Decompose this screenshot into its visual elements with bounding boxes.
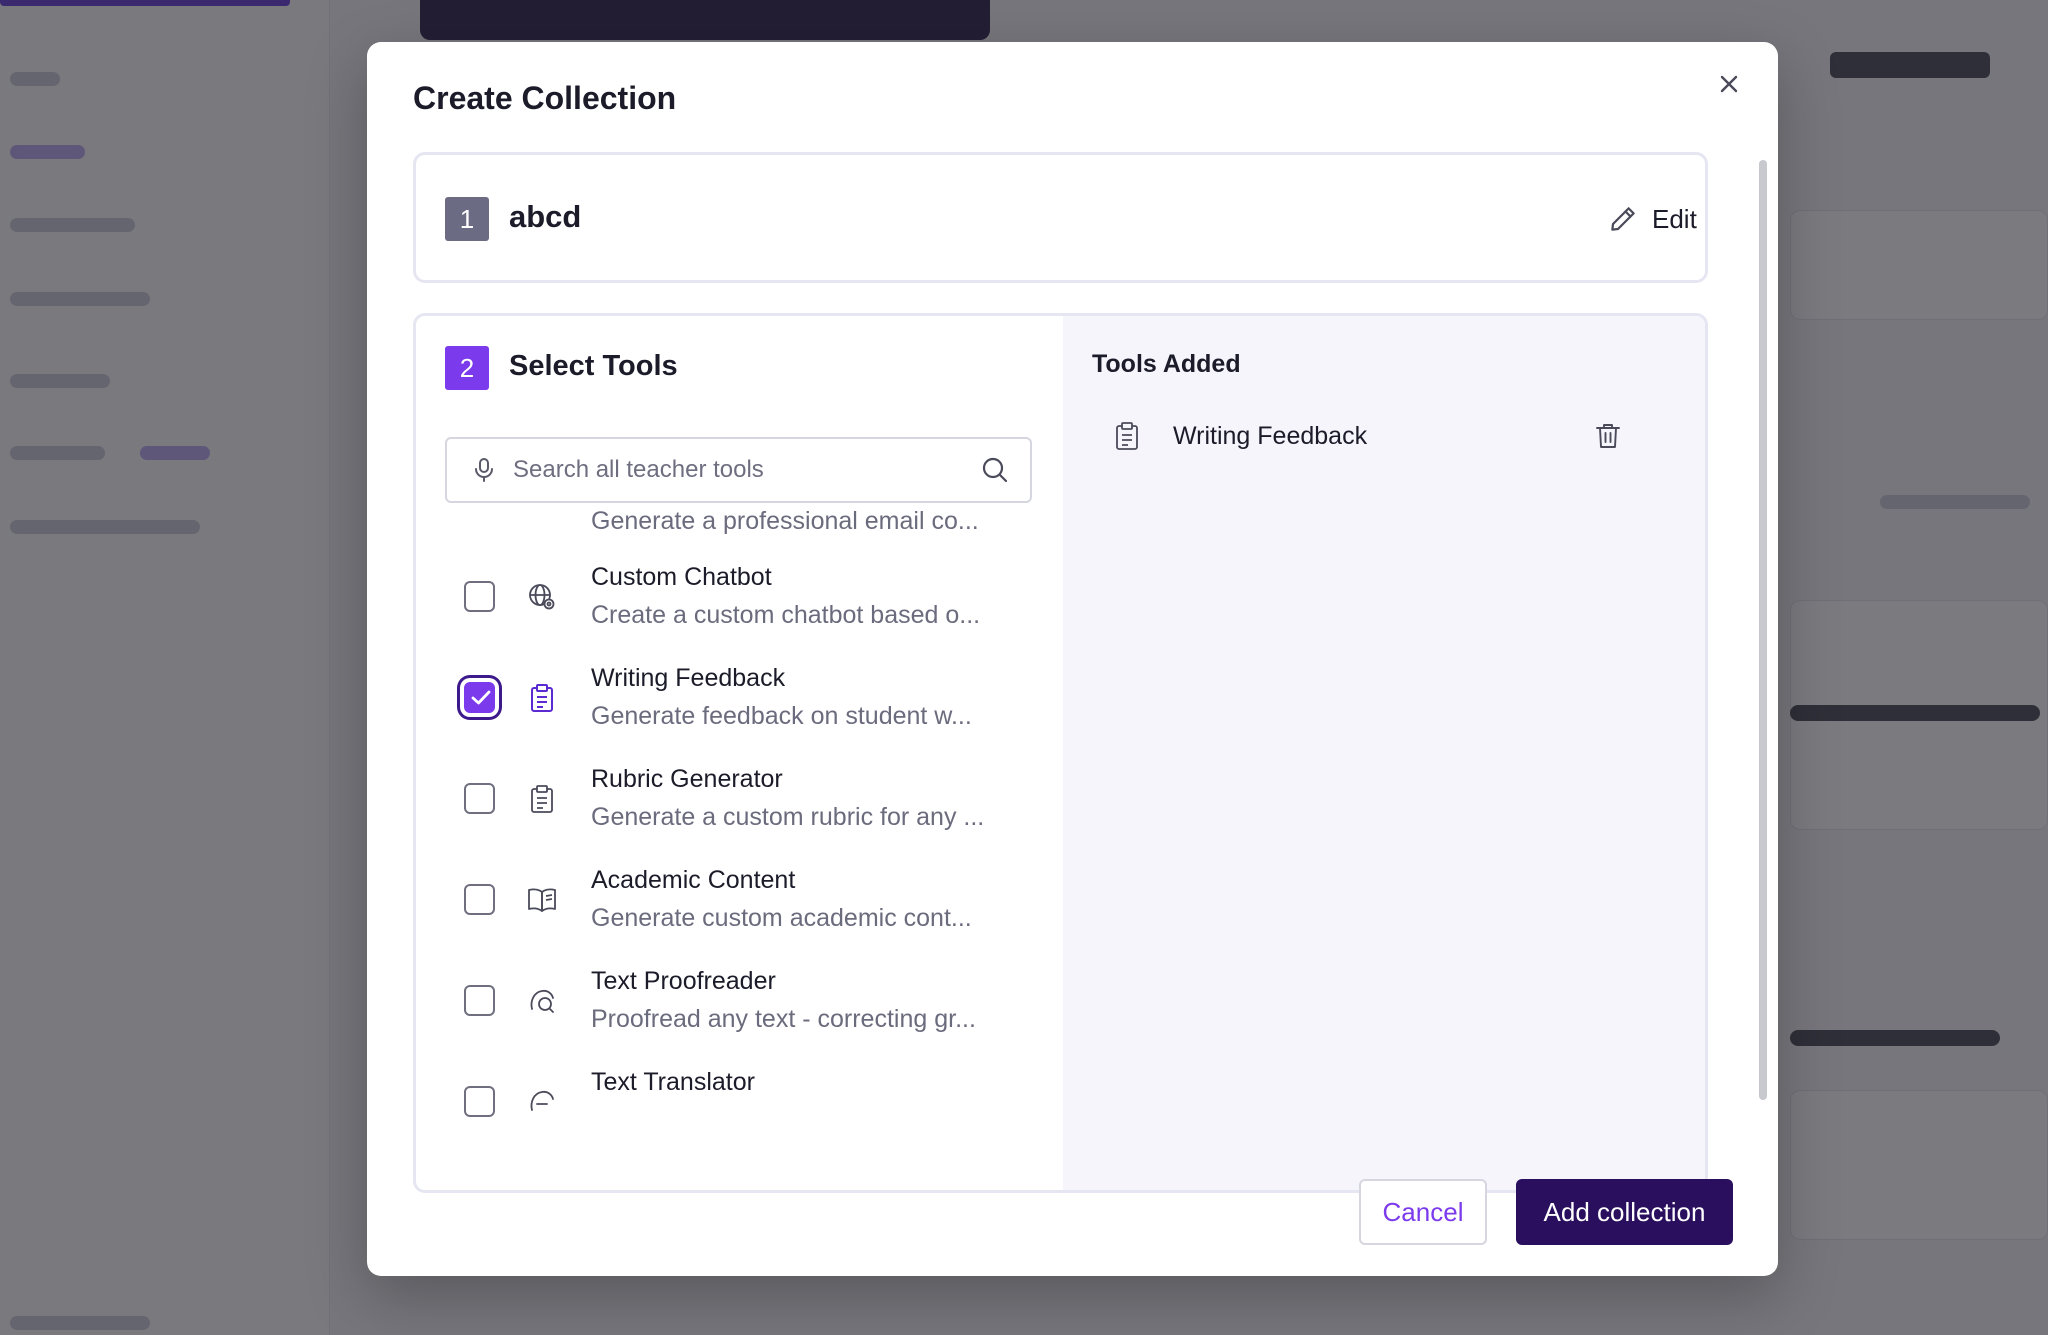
translate-icon <box>527 1087 557 1117</box>
tool-checkbox[interactable] <box>464 581 495 612</box>
modal-title: Create Collection <box>413 80 677 116</box>
tool-checkbox[interactable] <box>464 985 495 1016</box>
tool-checkbox-checked[interactable] <box>464 682 495 713</box>
close-icon <box>1720 75 1738 93</box>
tool-description: Generate a custom rubric for any ... <box>591 803 985 831</box>
edit-button[interactable]: Edit <box>1608 199 1697 239</box>
cancel-button[interactable]: Cancel <box>1359 1179 1487 1245</box>
trash-icon[interactable] <box>1592 420 1624 452</box>
tool-name: Custom Chatbot <box>591 563 772 591</box>
create-collection-modal: Create Collection 1 abcd Edit 2 Select T… <box>367 42 1778 1276</box>
close-button[interactable] <box>1709 64 1749 104</box>
select-tools-title: Select Tools <box>509 350 678 382</box>
tools-added-title: Tools Added <box>1092 350 1241 378</box>
tool-description: Proofread any text - correcting gr... <box>591 1005 976 1033</box>
tool-checkbox[interactable] <box>464 884 495 915</box>
tool-name: Text Proofreader <box>591 967 776 995</box>
tool-row-academic-content[interactable]: Academic Content Generate custom academi… <box>445 866 1025 946</box>
tool-row-writing-feedback[interactable]: Writing Feedback Generate feedback on st… <box>445 664 1025 744</box>
search-input[interactable] <box>513 456 980 484</box>
tools-added-panel: Tools Added Writing Feedback <box>1063 316 1705 1190</box>
edit-button-label: Edit <box>1652 203 1697 234</box>
tool-name: Text Translator <box>591 1068 755 1096</box>
tool-description: Generate feedback on student w... <box>591 702 972 730</box>
globe-icon <box>527 582 557 612</box>
checkmark-icon <box>471 690 491 705</box>
step-number-badge: 2 <box>445 346 489 390</box>
microphone-icon[interactable] <box>471 457 497 483</box>
step-1-card: 1 abcd Edit <box>413 152 1708 283</box>
pencil-icon <box>1611 207 1635 231</box>
search-box <box>445 437 1032 503</box>
tool-description: Generate custom academic cont... <box>591 904 972 932</box>
search-icon[interactable] <box>980 455 1010 485</box>
clipboard-icon <box>1112 421 1142 451</box>
collection-name: abcd <box>509 199 582 234</box>
added-tool-name: Writing Feedback <box>1173 422 1368 450</box>
tool-name: Academic Content <box>591 866 796 894</box>
clipboard-icon <box>527 683 557 713</box>
add-collection-button[interactable]: Add collection <box>1516 1179 1733 1245</box>
tool-description-partial: Generate a professional email co... <box>591 511 979 535</box>
tool-checkbox[interactable] <box>464 783 495 814</box>
clipboard-icon <box>527 784 557 814</box>
tool-checkbox[interactable] <box>464 1086 495 1117</box>
tool-row-custom-chatbot[interactable]: Custom Chatbot Create a custom chatbot b… <box>445 563 1025 643</box>
modal-scrollbar[interactable] <box>1759 160 1767 1100</box>
tool-row-text-translator[interactable]: Text Translator <box>445 1068 1025 1143</box>
tool-description: Create a custom chatbot based o... <box>591 601 981 629</box>
book-icon <box>527 885 557 915</box>
tool-name: Writing Feedback <box>591 664 786 692</box>
tools-list: Generate a professional email co... Cust… <box>445 511 1045 1143</box>
step-number-badge: 1 <box>445 197 489 241</box>
step-2-card: 2 Select Tools Generate a professional e… <box>413 313 1708 1193</box>
tool-name: Rubric Generator <box>591 765 783 793</box>
added-tool-row: Writing Feedback <box>1092 416 1652 456</box>
proofread-icon <box>527 986 557 1016</box>
tool-row-text-proofreader[interactable]: Text Proofreader Proofread any text - co… <box>445 967 1025 1047</box>
tool-row-rubric-generator[interactable]: Rubric Generator Generate a custom rubri… <box>445 765 1025 845</box>
